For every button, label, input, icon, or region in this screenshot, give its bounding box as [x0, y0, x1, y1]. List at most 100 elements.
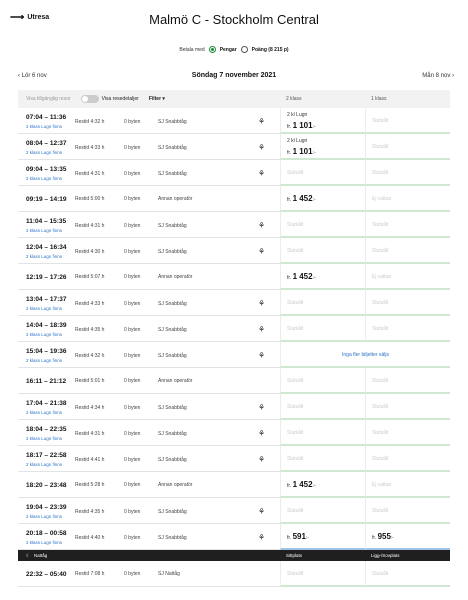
comfort-note-link[interactable]: 2 klass Lugn finns	[26, 176, 62, 181]
toggle-switch[interactable]	[80, 95, 99, 103]
comfort-note-link[interactable]: 2 klass Lugn finns	[26, 254, 62, 259]
fare-price: fr. 1 101:-	[287, 121, 316, 130]
fare-cell[interactable]: fr. 1 452:-	[280, 472, 365, 498]
trip-row[interactable]: 11:04 – 15:35 2 klass Lugn finns Restid 4:…	[18, 212, 450, 238]
price-amount: 1 101	[292, 121, 313, 130]
price-prefix: fr.	[287, 197, 292, 203]
fare-price: fr. 955:-	[372, 532, 394, 541]
fare-cell[interactable]: Slutsålt	[365, 238, 450, 264]
payment-label: Betala med	[179, 46, 205, 53]
price-prefix: fr.	[287, 150, 292, 156]
fare-cell[interactable]: Slutsålt	[280, 212, 365, 238]
fare-cell[interactable]: Slutsålt	[365, 160, 450, 186]
trip-row[interactable]: 13:04 – 17:37 2 klass Lugn finns Restid 4:…	[18, 290, 450, 316]
trip-row[interactable]: 16:11 – 21:12 Restid 5:01 h 0 byten Annan o…	[18, 368, 450, 394]
trip-row[interactable]: 14:04 – 18:39 2 klass Lugn finns Restid 4:…	[18, 316, 450, 342]
trip-info: 18:04 – 22:35 2 klass Lugn finns Restid 4:…	[18, 420, 280, 445]
trip-changes: 0 byten	[124, 405, 141, 411]
fare-cell[interactable]: Slutsålt	[365, 561, 450, 587]
trip-row[interactable]: 12:04 – 16:34 2 klass Lugn finns Restid 4:…	[18, 238, 450, 264]
comfort-note-link[interactable]: 2 klass Lugn finns	[26, 332, 62, 337]
comfort-note-link[interactable]: 2 klass Lugn finns	[26, 358, 62, 363]
fare-cell[interactable]: Slutsålt	[365, 134, 450, 160]
trip-row[interactable]: 09:19 – 14:19 Restid 5:00 h 0 byten Annan o…	[18, 186, 450, 212]
fare-cell[interactable]: Slutsålt	[365, 316, 450, 342]
details-toggle[interactable]: Visa resedetaljer	[80, 95, 139, 103]
column-1-class: 1 klass	[371, 96, 387, 102]
comfort-note-link[interactable]: 2 klass Lugn finns	[26, 124, 62, 129]
fare-cell[interactable]: Ej valbar	[365, 472, 450, 498]
fare-cell[interactable]: Slutsålt	[280, 498, 365, 524]
fare-status: Slutsålt	[287, 378, 304, 384]
trip-row[interactable]: 18:17 – 22:58 2 klass Lugn finns Restid 4:…	[18, 446, 450, 472]
filter-dropdown[interactable]: Filter ▾	[149, 96, 165, 102]
fare-cell[interactable]: Slutsålt	[365, 212, 450, 238]
comfort-note-link[interactable]: 2 klass Lugn finns	[26, 410, 62, 415]
fare-cell[interactable]: 2 kl Lugn fr. 1 101:-	[280, 108, 365, 134]
fare-cell[interactable]: Slutsålt	[365, 368, 450, 394]
trip-info: 19:04 – 23:39 2 klass Lugn finns Restid 4:…	[18, 498, 280, 523]
next-day-button[interactable]: Mån 8 nov ›	[422, 73, 454, 79]
departure-arrival-time: 08:04 – 12:37	[26, 140, 67, 147]
fare-cell[interactable]: Slutsålt	[365, 108, 450, 134]
fare-cell[interactable]: 2 kl Lugn fr. 1 101:-	[280, 134, 365, 160]
radio-points[interactable]	[240, 46, 248, 53]
price-amount: 591	[292, 532, 306, 541]
fare-status: Slutsålt	[287, 326, 304, 332]
trip-operator: SJ Snabbtåg	[158, 457, 187, 463]
fare-cell[interactable]: Slutsålt	[365, 290, 450, 316]
fare-cell[interactable]: Slutsålt	[280, 446, 365, 472]
comfort-note-link[interactable]: 2 klass Lugn finns	[26, 150, 62, 155]
trip-duration: Restid 4:33 h	[75, 301, 105, 307]
fare-cell[interactable]: fr. 1 452:-	[280, 264, 365, 290]
radio-money[interactable]	[208, 46, 216, 53]
fare-cell[interactable]: Slutsålt	[280, 316, 365, 342]
trip-row[interactable]: 19:04 – 23:39 2 klass Lugn finns Restid 4:…	[18, 498, 450, 524]
fare-cell[interactable]: fr. 955:-	[365, 524, 450, 550]
radio-money-label: Pengar	[219, 46, 237, 53]
trip-info: 16:11 – 21:12 Restid 5:01 h 0 byten Annan o…	[18, 368, 280, 393]
trip-row[interactable]: 18:20 – 23:48 Restid 5:28 h 0 byten Annan o…	[18, 472, 450, 498]
fare-cell[interactable]: Slutsålt	[280, 290, 365, 316]
fare-cell[interactable]: Ej valbar	[365, 264, 450, 290]
comfort-note-link[interactable]: 2 klass Lugn finns	[26, 306, 62, 311]
comfort-note-link[interactable]: 2 klass Lugn finns	[26, 436, 62, 441]
trip-operator: SJ Snabbtåg	[158, 301, 187, 307]
trip-changes: 0 byten	[124, 535, 141, 541]
trip-row[interactable]: 15:04 – 19:36 2 klass Lugn finns Restid 4:…	[18, 342, 450, 368]
trip-operator: SJ Nattåg	[158, 571, 180, 577]
trip-row[interactable]: 18:04 – 22:35 2 klass Lugn finns Restid 4:…	[18, 420, 450, 446]
trip-row[interactable]: 08:04 – 12:37 2 klass Lugn finns Restid 4:…	[18, 134, 450, 160]
comfort-note-link[interactable]: 2 klass Lugn finns	[26, 514, 62, 519]
comfort-note-link[interactable]: 2 klass Lugn finns	[26, 540, 62, 545]
fare-cell[interactable]: Slutsålt	[280, 238, 365, 264]
fare-cell[interactable]: fr. 591:-	[280, 524, 365, 550]
fare-cell[interactable]: Slutsålt	[365, 446, 450, 472]
fare-cell[interactable]: Slutsålt	[280, 160, 365, 186]
trip-duration: Restid 4:31 h	[75, 223, 105, 229]
trip-row[interactable]: 07:04 – 11:36 2 klass Lugn finns Restid 4:…	[18, 108, 450, 134]
trip-row[interactable]: 22:32 – 05:40 Restid 7:08 h 0 byten SJ Natt…	[18, 561, 450, 587]
fare-cell[interactable]: Slutsålt	[365, 498, 450, 524]
trip-row[interactable]: 17:04 – 21:38 2 klass Lugn finns Restid 4:…	[18, 394, 450, 420]
fare-cell[interactable]: Slutsålt	[365, 420, 450, 446]
fare-cell[interactable]: Ej valbar	[365, 186, 450, 212]
fare-cell[interactable]: Slutsålt	[280, 561, 365, 587]
trip-changes: 0 byten	[124, 378, 141, 384]
comfort-note-link[interactable]: 2 klass Lugn finns	[26, 462, 62, 467]
fare-cell[interactable]: Slutsålt	[280, 368, 365, 394]
night-train-header: ☾ Nattåg Sittplats Ligg-/Sovplats	[18, 550, 450, 561]
fare-status: Slutsålt	[372, 404, 389, 410]
trip-operator: SJ Snabbtåg	[158, 249, 187, 255]
payment-selector: Betala med Pengar Poäng (8 215 p)	[0, 46, 468, 53]
comfort-note-link[interactable]: 2 klass Lugn finns	[26, 228, 62, 233]
hide-unavailable-toggle-label[interactable]: Visa tillgänglig resor	[26, 96, 71, 102]
fare-cell[interactable]: fr. 1 452:-	[280, 186, 365, 212]
trip-row[interactable]: 09:04 – 13:35 2 klass Lugn finns Restid 4:…	[18, 160, 450, 186]
fare-cell[interactable]: Slutsålt	[280, 420, 365, 446]
fare-cell[interactable]: Slutsålt	[280, 394, 365, 420]
trip-row[interactable]: 12:19 – 17:26 Restid 5:07 h 0 byten Annan o…	[18, 264, 450, 290]
food-service-icon: ⚘	[258, 247, 266, 256]
fare-cell[interactable]: Slutsålt	[365, 394, 450, 420]
trip-row[interactable]: 20:18 – 00:58 2 klass Lugn finns Restid 4:…	[18, 524, 450, 550]
